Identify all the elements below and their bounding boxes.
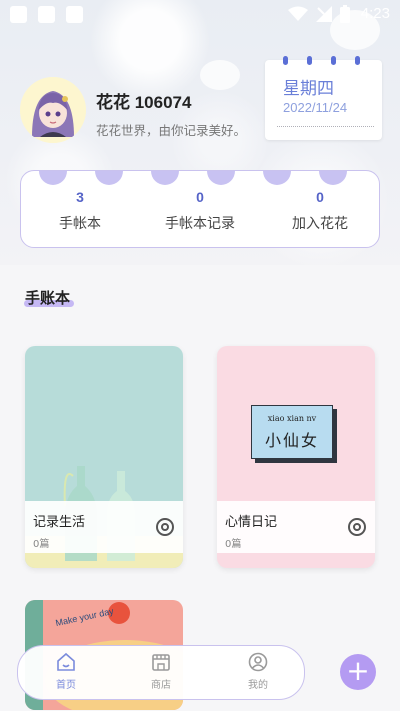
notebook-count: 0篇	[225, 539, 242, 550]
scallop-decoration	[95, 171, 123, 185]
notebook-count: 0篇	[33, 539, 50, 550]
scallop-decoration	[39, 171, 67, 185]
notebook-name: 记录生活	[33, 515, 86, 530]
gallery-icon	[38, 6, 55, 23]
profile-motto: 花花世界，由你记录美好。	[96, 123, 247, 138]
cover-slogan: Make your day	[54, 605, 115, 629]
calendar-ring	[331, 56, 336, 65]
notification-icon	[10, 6, 27, 23]
signal-icon	[316, 6, 332, 22]
calendar-divider	[277, 126, 374, 127]
settings-icon[interactable]	[155, 517, 175, 537]
scallop-decoration	[207, 171, 235, 185]
cover-title: 小仙女	[264, 431, 319, 450]
font-icon	[66, 6, 83, 23]
stats-card: 3 手帐本 0 手帐本记录 0 加入花花	[20, 170, 380, 248]
nav-home[interactable]: 首页	[36, 652, 96, 691]
username: 花花 106074	[96, 93, 192, 112]
notebook-info: 记录生活 0篇	[25, 501, 183, 553]
status-bar: 4:23	[0, 0, 400, 30]
cover-pinyin: xiao xian nv	[267, 414, 317, 423]
scallop-decoration	[263, 171, 291, 185]
calendar-widget: 星期四 2022/11/24	[265, 56, 382, 140]
notebook-name: 心情日记	[225, 515, 278, 530]
calendar-date: 2022/11/24	[283, 100, 348, 115]
avatar[interactable]	[20, 77, 86, 143]
stat-records-label[interactable]: 手帐本记录	[150, 213, 250, 233]
calendar-weekday: 星期四	[283, 79, 334, 99]
calendar-ring	[355, 56, 360, 65]
notebook-card[interactable]: 记录生活 0篇	[25, 346, 183, 568]
notebook-card[interactable]: xiao xian nv 小仙女 心情日记 0篇	[217, 346, 375, 568]
status-time: 4:23	[360, 5, 390, 22]
stat-joined-label[interactable]: 加入花花	[270, 213, 370, 233]
wifi-icon	[288, 6, 308, 21]
bottom-nav: 首页 商店 我的	[17, 645, 305, 700]
scallop-decoration	[319, 171, 347, 185]
scallop-decoration	[151, 171, 179, 185]
home-icon	[57, 652, 75, 671]
stat-records-value[interactable]: 0	[160, 189, 240, 205]
calendar-ring	[283, 56, 288, 65]
settings-icon[interactable]	[347, 517, 367, 537]
avatar-image	[20, 77, 86, 143]
stat-joined-value[interactable]: 0	[280, 189, 360, 205]
calendar-ring	[307, 56, 312, 65]
plus-icon: +	[346, 654, 370, 687]
battery-icon	[340, 5, 350, 23]
nav-home-label: 首页	[56, 680, 76, 691]
shop-icon	[152, 654, 170, 671]
nav-profile[interactable]: 我的	[228, 652, 288, 691]
nav-shop-label: 商店	[151, 680, 171, 691]
stat-notebooks-value[interactable]: 3	[40, 189, 120, 205]
nav-profile-label: 我的	[248, 680, 268, 691]
section-title: 手账本	[25, 289, 71, 307]
add-notebook-button[interactable]: +	[340, 654, 376, 690]
cover-label: xiao xian nv 小仙女	[251, 405, 333, 459]
stat-notebooks-label[interactable]: 手帐本	[30, 213, 130, 233]
notebook-info: 心情日记 0篇	[217, 501, 375, 553]
profile-icon	[248, 652, 268, 672]
nav-shop[interactable]: 商店	[131, 652, 191, 691]
